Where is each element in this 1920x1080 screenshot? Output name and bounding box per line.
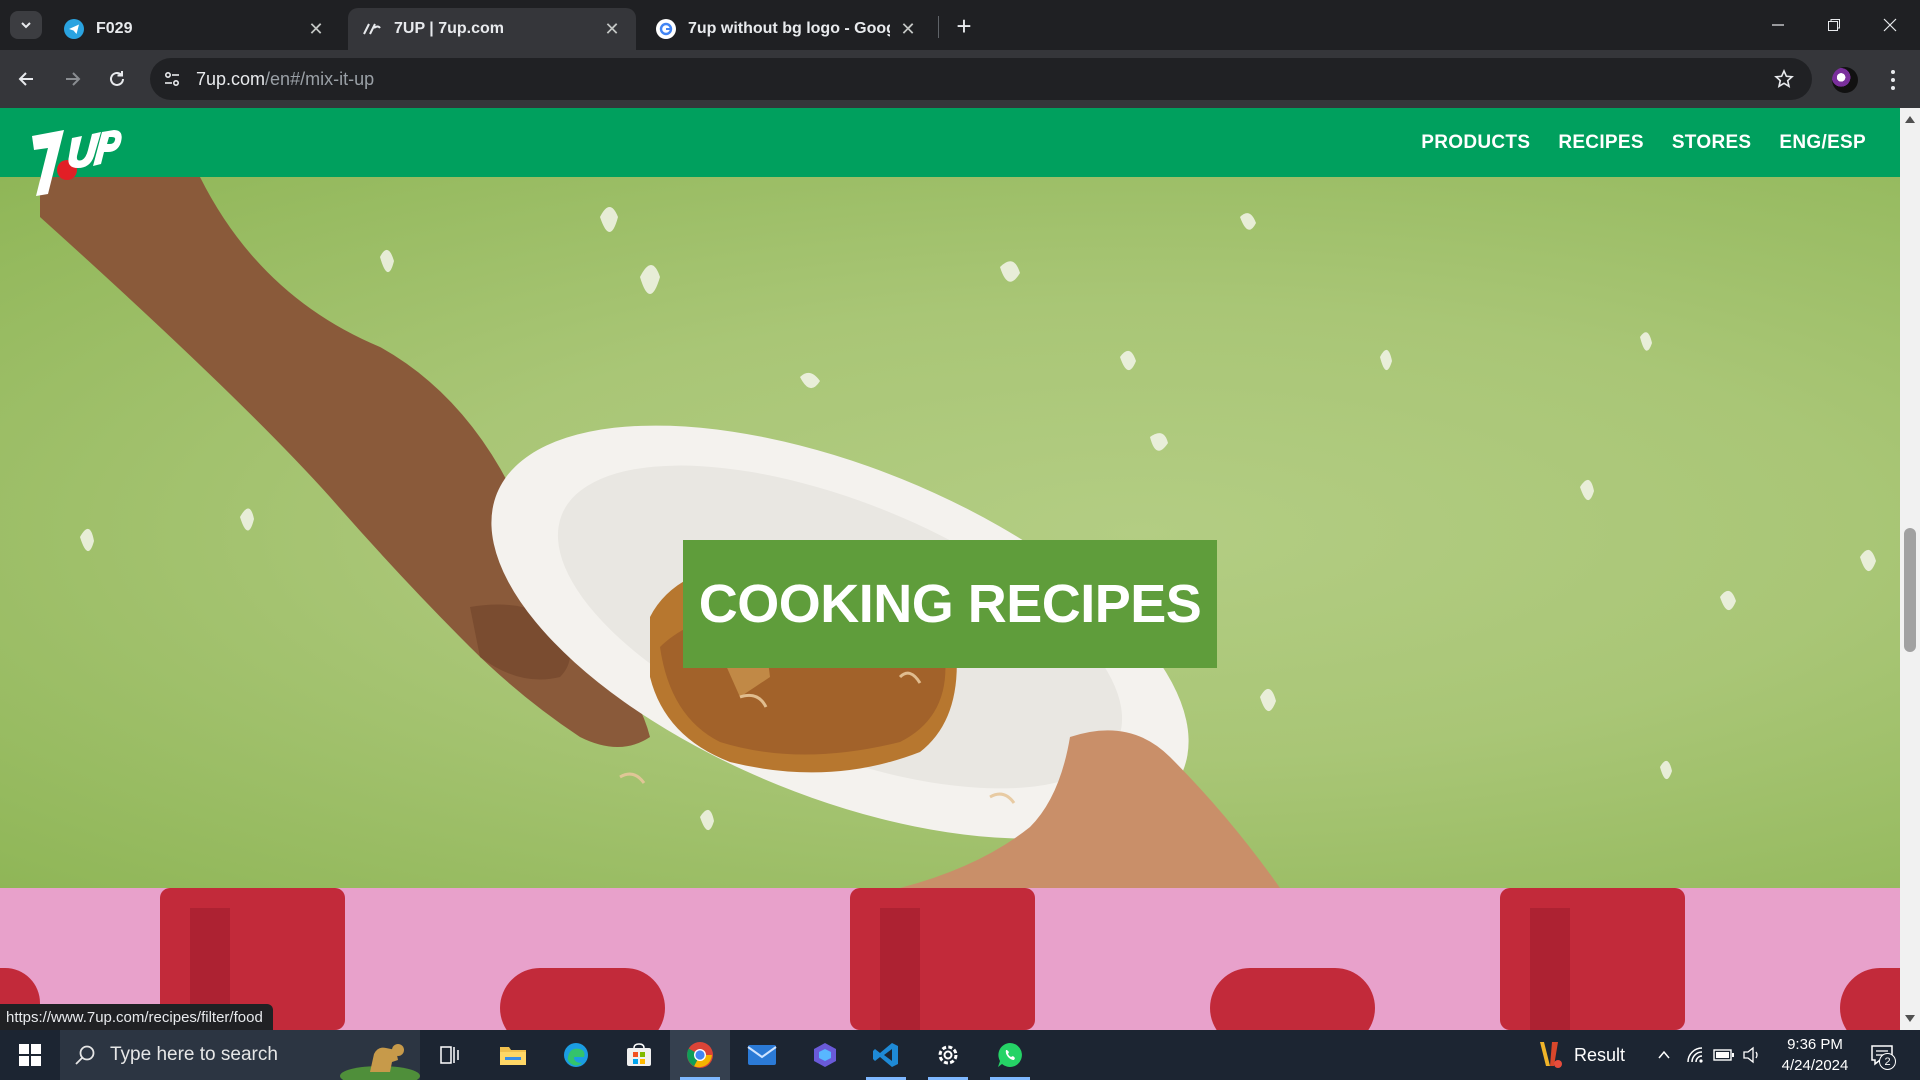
- arrow-left-icon: [18, 72, 33, 86]
- close-window-button[interactable]: [1862, 0, 1918, 50]
- back-button[interactable]: [10, 62, 44, 96]
- hero-image: [40, 177, 1876, 888]
- telegram-icon: [64, 19, 84, 39]
- forward-button[interactable]: [55, 62, 89, 96]
- tab-telegram[interactable]: F029 ✕: [50, 8, 340, 50]
- vscode-icon[interactable]: [856, 1030, 916, 1080]
- taskbar-search-box[interactable]: Type here to search: [60, 1030, 420, 1080]
- tray-result-widget[interactable]: Result: [1536, 1030, 1625, 1080]
- 7up-icon: [362, 19, 382, 39]
- tab-separator: [938, 16, 939, 38]
- arrow-right-icon: [66, 72, 81, 86]
- search-icon: [75, 1045, 95, 1065]
- reload-icon: [110, 71, 124, 86]
- copilot-icon[interactable]: [795, 1030, 855, 1080]
- microsoft-store-icon[interactable]: [609, 1030, 669, 1080]
- url-path: /en#/mix-it-up: [265, 69, 375, 89]
- page-scrollbar[interactable]: [1900, 108, 1920, 1030]
- tab-title: 7UP | 7up.com: [394, 20, 504, 37]
- site-header: PRODUCTS RECIPES STORES ENG/ESP: [0, 108, 1900, 196]
- tab-7up[interactable]: 7UP | 7up.com ✕: [348, 8, 636, 50]
- mail-icon[interactable]: [732, 1030, 792, 1080]
- minimize-button[interactable]: [1750, 0, 1806, 50]
- main-nav: PRODUCTS RECIPES STORES ENG/ESP: [1421, 108, 1866, 177]
- nav-products[interactable]: PRODUCTS: [1421, 132, 1530, 154]
- 7up-logo[interactable]: [28, 116, 124, 206]
- bookmark-star-icon[interactable]: [1772, 67, 1796, 91]
- site-info-icon[interactable]: [160, 67, 184, 91]
- chevron-down-icon: [21, 22, 31, 29]
- nav-stores[interactable]: STORES: [1672, 132, 1752, 154]
- reload-button[interactable]: [100, 62, 134, 96]
- notification-badge: 2: [1879, 1053, 1896, 1070]
- clock-date: 4/24/2024: [1781, 1057, 1849, 1074]
- close-icon[interactable]: ✕: [602, 19, 622, 39]
- scroll-down-icon[interactable]: [1905, 1015, 1915, 1022]
- close-icon: [1883, 18, 1897, 32]
- hero-title: COOKING RECIPES: [698, 574, 1202, 634]
- popsicle-image: [0, 888, 1900, 1030]
- browser-menu-icon[interactable]: [1880, 66, 1906, 94]
- hero-title-box[interactable]: COOKING RECIPES: [683, 540, 1217, 668]
- tab-title: F029: [96, 20, 133, 37]
- restore-button[interactable]: [1806, 0, 1862, 50]
- close-icon[interactable]: ✕: [306, 19, 326, 39]
- file-explorer-icon[interactable]: [483, 1030, 543, 1080]
- nav-recipes[interactable]: RECIPES: [1558, 132, 1644, 154]
- hero-banner[interactable]: COOKING RECIPES: [0, 177, 1900, 888]
- url-host: 7up.com: [196, 69, 266, 89]
- chevron-up-icon[interactable]: [1652, 1043, 1676, 1067]
- notification-center-button[interactable]: 2: [1866, 1040, 1898, 1070]
- minimize-icon: [1772, 24, 1784, 26]
- windows-icon: [19, 1044, 41, 1066]
- settings-icon[interactable]: [918, 1030, 978, 1080]
- address-bar[interactable]: 7up.com/en#/mix-it-up: [150, 58, 1812, 100]
- wifi-icon[interactable]: [1684, 1043, 1708, 1067]
- tab-title: 7up without bg logo - Google: [688, 20, 890, 37]
- restore-icon: [1828, 19, 1840, 31]
- whatsapp-icon[interactable]: [980, 1030, 1040, 1080]
- battery-icon[interactable]: [1712, 1043, 1736, 1067]
- edge-icon[interactable]: [546, 1030, 606, 1080]
- start-button[interactable]: [0, 1030, 60, 1080]
- cricket-icon: [1540, 1042, 1562, 1068]
- clock-time: 9:36 PM: [1787, 1036, 1843, 1053]
- chrome-icon[interactable]: [670, 1030, 730, 1080]
- volume-icon[interactable]: [1740, 1043, 1764, 1067]
- search-placeholder: Type here to search: [110, 1044, 278, 1065]
- web-page: PRODUCTS RECIPES STORES ENG/ESP COOKING …: [0, 108, 1900, 1030]
- url-text[interactable]: 7up.com/en#/mix-it-up: [196, 69, 374, 90]
- profile-avatar[interactable]: [1832, 67, 1858, 93]
- nav-language[interactable]: ENG/ESP: [1779, 132, 1866, 154]
- google-icon: [656, 19, 676, 39]
- browser-toolbar: 7up.com/en#/mix-it-up: [0, 50, 1920, 108]
- scrollbar-thumb[interactable]: [1904, 528, 1916, 652]
- scroll-up-icon[interactable]: [1905, 116, 1915, 123]
- tray-result-label: Result: [1574, 1044, 1626, 1065]
- new-tab-button[interactable]: +: [950, 11, 978, 41]
- status-link-preview: https://www.7up.com/recipes/filter/food: [0, 1004, 273, 1030]
- popsicle-section[interactable]: [0, 888, 1900, 1030]
- tab-strip: F029 ✕ 7UP | 7up.com ✕ 7up without bg lo…: [0, 0, 1920, 50]
- tab-search-button[interactable]: [10, 11, 42, 39]
- windows-taskbar: Type here to search Result 9:36 PM 4/24/…: [0, 1030, 1920, 1080]
- task-view-icon[interactable]: [420, 1030, 480, 1080]
- search-highlight-icon: [340, 1044, 420, 1080]
- tab-google[interactable]: 7up without bg logo - Google ✕: [642, 8, 932, 50]
- taskbar-clock[interactable]: 9:36 PM 4/24/2024: [1770, 1034, 1860, 1076]
- close-icon[interactable]: ✕: [898, 19, 918, 39]
